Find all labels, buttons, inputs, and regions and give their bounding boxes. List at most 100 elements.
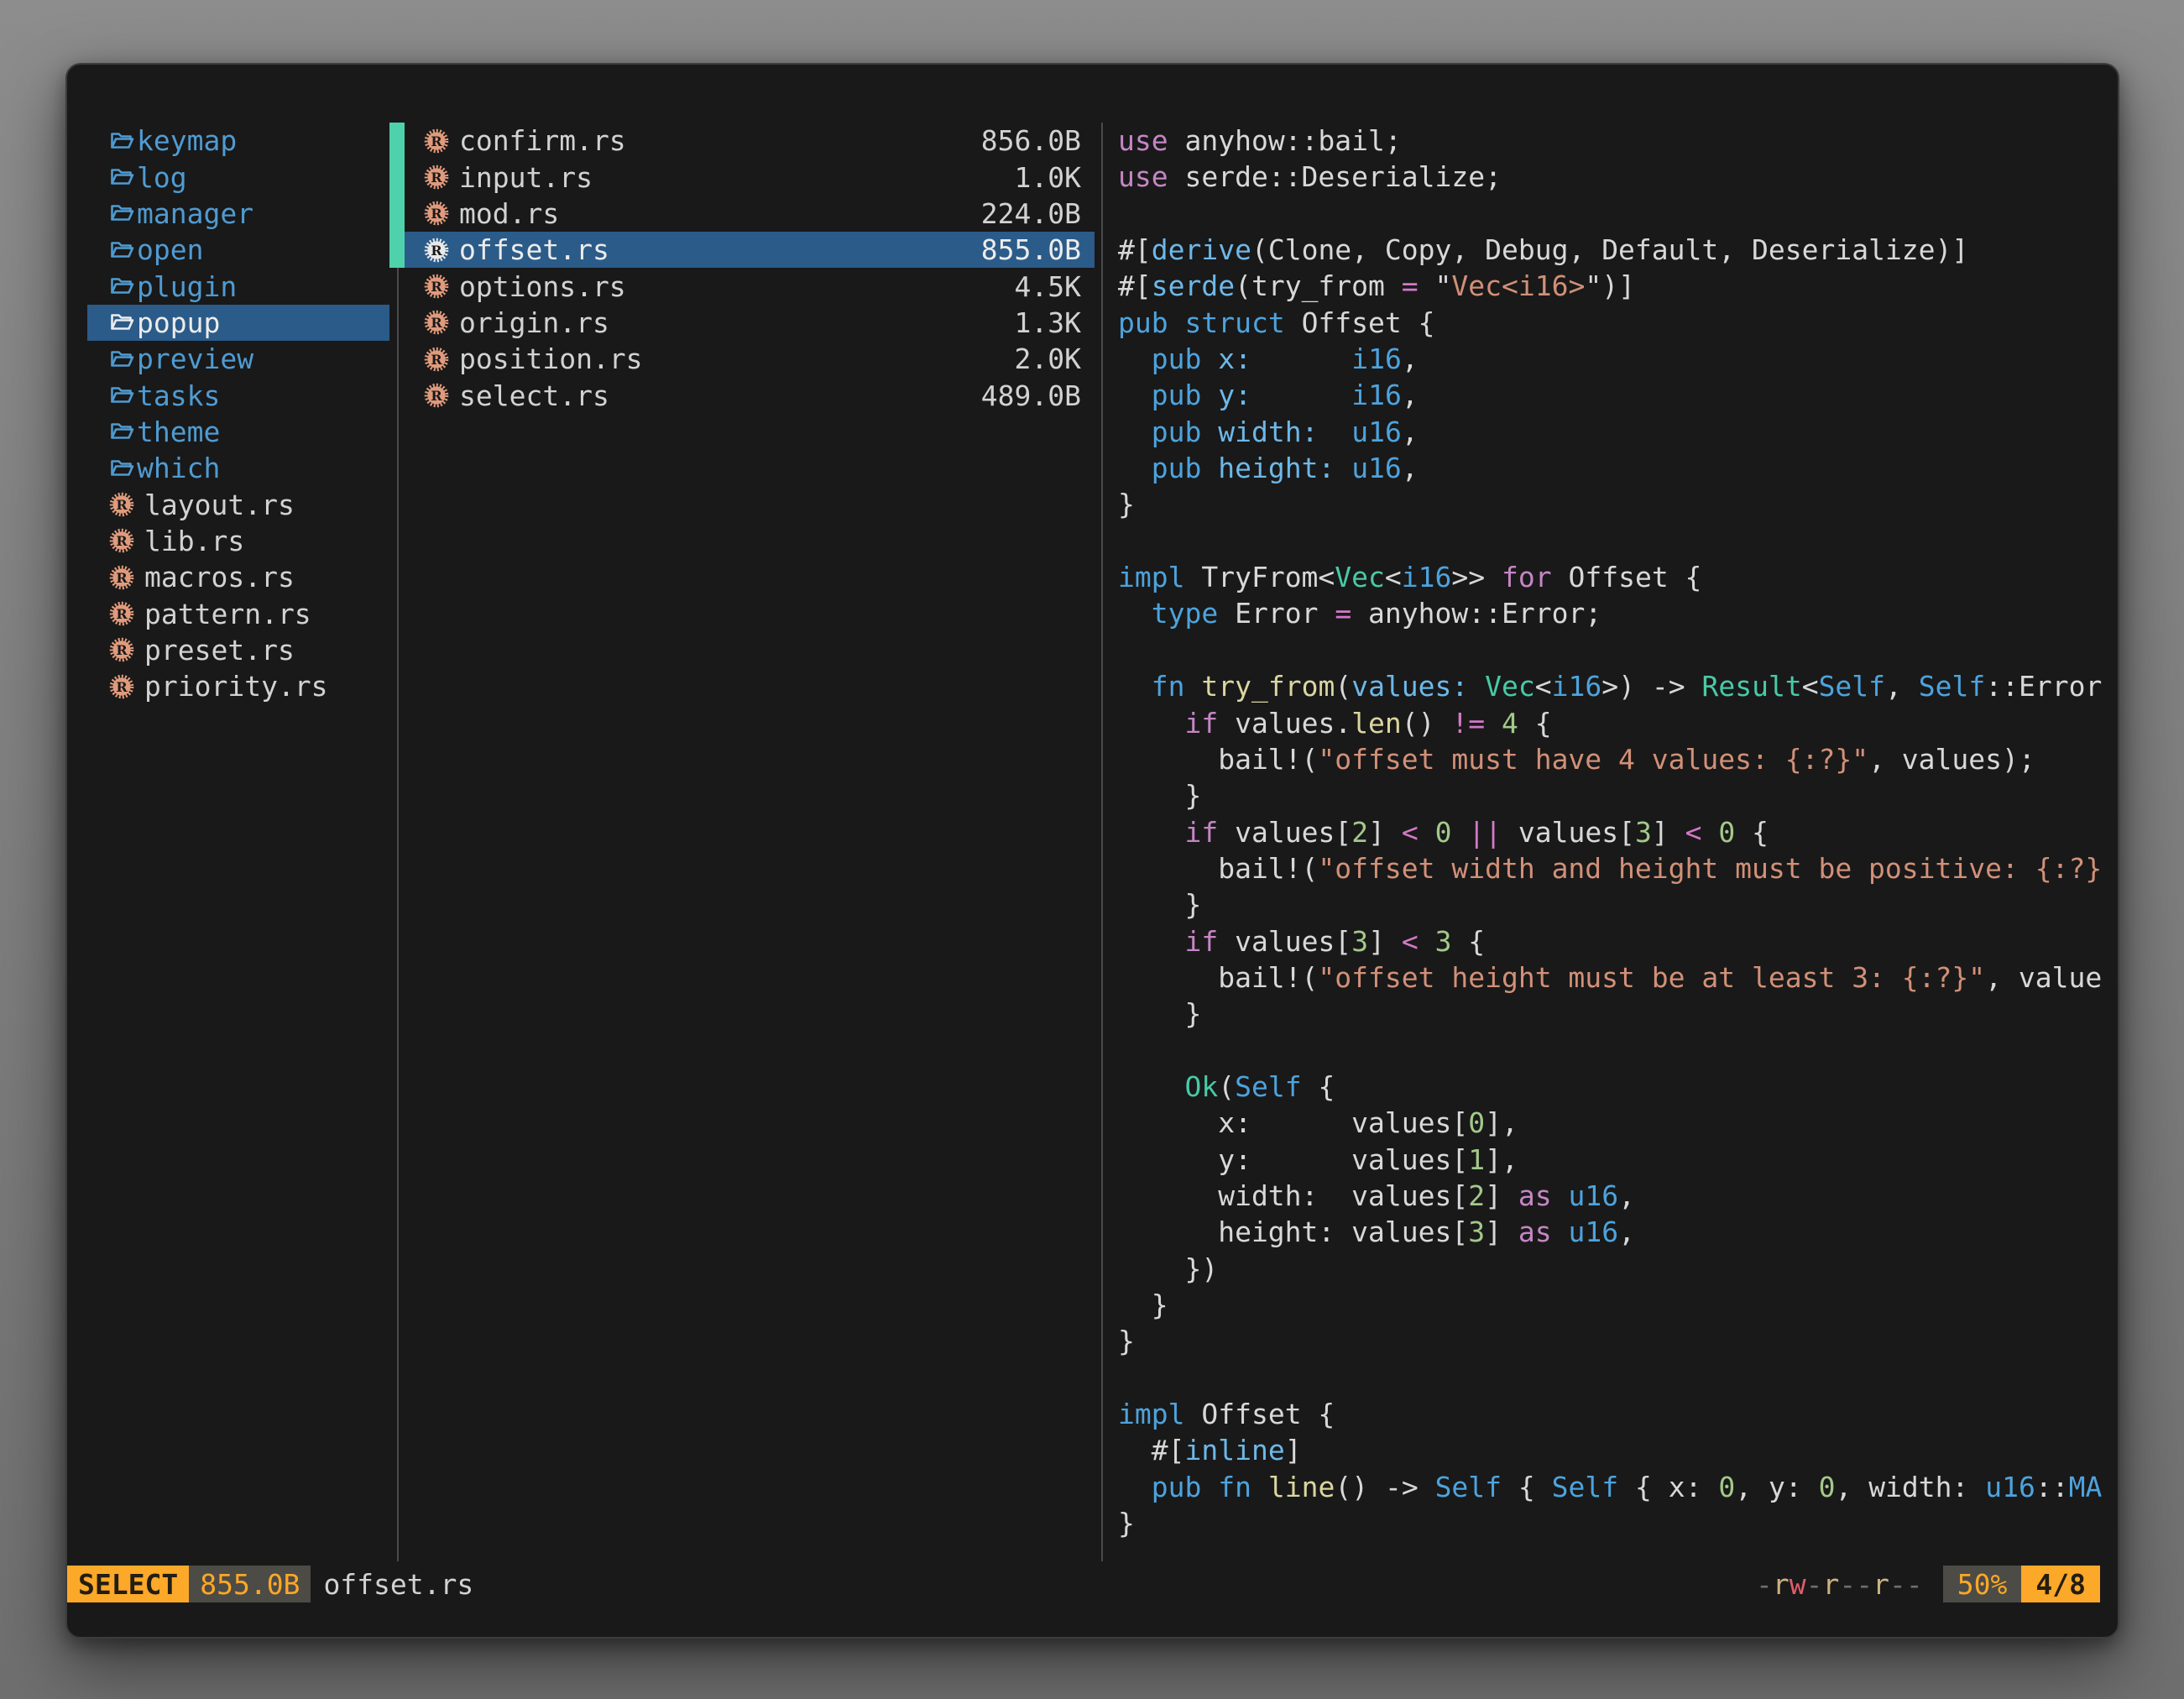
- code-token: [1201, 342, 1218, 375]
- dir-row-log[interactable]: log: [87, 159, 389, 195]
- code-token: [1118, 597, 1152, 630]
- code-token: y: values[: [1118, 1143, 1468, 1176]
- file-row-position-rs[interactable]: Rposition.rs2.0K: [389, 341, 1160, 377]
- file-row-confirm-rs[interactable]: Rconfirm.rs856.0B: [389, 123, 1160, 159]
- file-size: 2.0K: [1015, 342, 1160, 375]
- code-line: if values[2] < 0 || values[3] < 0 {: [1118, 814, 2116, 850]
- code-token: {: [1518, 707, 1552, 740]
- code-token: [1201, 1471, 1218, 1503]
- code-token: (Clone, Copy, Debug, Default, Deserializ…: [1251, 233, 1968, 266]
- code-token: {: [1302, 1070, 1335, 1103]
- code-token: 3: [1468, 1215, 1485, 1248]
- file-row-preset-rs[interactable]: Rpreset.rs: [87, 632, 389, 668]
- code-token: i16: [1351, 379, 1402, 411]
- code-token: }: [1118, 488, 1135, 520]
- dir-row-keymap[interactable]: keymap: [87, 123, 389, 159]
- code-line: }: [1118, 1287, 2116, 1323]
- code-token: [1201, 452, 1218, 484]
- code-token: }: [1118, 1507, 1135, 1540]
- code-token: Self: [1435, 1471, 1502, 1503]
- rust-file-icon: R: [424, 347, 449, 372]
- code-token: (try_from: [1235, 269, 1402, 302]
- code-token: u16: [1351, 416, 1402, 448]
- code-line: if values[3] < 3 {: [1118, 923, 2116, 959]
- code-token: [1118, 670, 1152, 703]
- rust-file-icon: R: [109, 565, 134, 590]
- permission-char: -: [1889, 1568, 1906, 1601]
- permission-char: r: [1823, 1568, 1840, 1601]
- code-line: }: [1118, 886, 2116, 923]
- code-token: serde::Deserialize;: [1168, 160, 1502, 193]
- code-token: <: [1385, 561, 1402, 593]
- file-row-input-rs[interactable]: Rinput.rs1.0K: [389, 159, 1160, 195]
- code-token: 0: [1819, 1471, 1836, 1503]
- folder-open-icon: [109, 201, 134, 226]
- file-row-priority-rs[interactable]: Rpriority.rs: [87, 668, 389, 704]
- code-token: ],: [1485, 1106, 1518, 1139]
- dir-row-manager[interactable]: manager: [87, 196, 389, 232]
- file-row-options-rs[interactable]: Roptions.rs4.5K: [389, 268, 1160, 304]
- selected-mark: [389, 196, 405, 232]
- code-token: as: [1518, 1215, 1552, 1248]
- code-token: ||: [1468, 816, 1502, 849]
- file-row-mod-rs[interactable]: Rmod.rs224.0B: [389, 196, 1160, 232]
- dir-row-which[interactable]: which: [87, 450, 389, 486]
- code-token: [1251, 1471, 1268, 1503]
- svg-text:R: R: [116, 533, 128, 549]
- folder-open-icon: [109, 238, 134, 263]
- dir-row-preview[interactable]: preview: [87, 341, 389, 377]
- file-row-select-rs[interactable]: Rselect.rs489.0B: [389, 377, 1160, 413]
- code-line: pub struct Offset {: [1118, 305, 2116, 341]
- file-name: mod.rs: [459, 197, 559, 230]
- dir-row-theme[interactable]: theme: [87, 414, 389, 450]
- code-token: for: [1502, 561, 1552, 593]
- code-line: if values.len() != 4 {: [1118, 705, 2116, 741]
- code-token: struct: [1184, 306, 1284, 339]
- code-token: }): [1118, 1252, 1218, 1285]
- svg-text:R: R: [116, 679, 128, 695]
- code-token: 2: [1351, 816, 1368, 849]
- file-row-lib-rs[interactable]: Rlib.rs: [87, 523, 389, 559]
- permission-char: -: [1806, 1568, 1823, 1601]
- svg-text:R: R: [431, 170, 442, 186]
- code-token: [1702, 816, 1719, 849]
- code-token: [1201, 416, 1218, 448]
- dir-row-plugin[interactable]: plugin: [87, 268, 389, 304]
- code-token: pub: [1152, 1471, 1202, 1503]
- file-row-pattern-rs[interactable]: Rpattern.rs: [87, 595, 389, 631]
- code-token: }: [1118, 997, 1201, 1030]
- code-token: }: [1118, 1289, 1168, 1321]
- code-token: >) ->: [1601, 670, 1701, 703]
- item-label: pattern.rs: [144, 598, 311, 630]
- code-token: anyhow::bail;: [1168, 124, 1402, 157]
- file-row-offset-rs[interactable]: Roffset.rs855.0B: [389, 232, 1160, 268]
- code-token: [1251, 379, 1351, 411]
- code-token: #[: [1118, 1434, 1184, 1466]
- code-line: }: [1118, 1505, 2116, 1541]
- file-row-macros-rs[interactable]: Rmacros.rs: [87, 559, 389, 595]
- file-row-layout-rs[interactable]: Rlayout.rs: [87, 486, 389, 522]
- code-token: , y:: [1735, 1471, 1818, 1503]
- code-token: ]: [1368, 816, 1402, 849]
- code-token: }: [1118, 888, 1201, 921]
- svg-text:R: R: [431, 352, 442, 368]
- code-token: 0: [1435, 816, 1452, 849]
- file-size: 856.0B: [981, 124, 1160, 157]
- code-token: ]: [1485, 1215, 1518, 1248]
- code-token: <: [1685, 816, 1702, 849]
- code-token: x:: [1218, 342, 1251, 375]
- code-line: bail!("offset height must be at least 3:…: [1118, 959, 2116, 996]
- dir-row-open[interactable]: open: [87, 232, 389, 268]
- code-token: u16: [1568, 1215, 1618, 1248]
- code-token: values[: [1218, 925, 1351, 958]
- rust-file-icon: R: [109, 637, 134, 662]
- dir-row-popup[interactable]: popup: [87, 305, 389, 341]
- code-token: , value: [1985, 961, 2102, 994]
- file-name: offset.rs: [459, 233, 609, 266]
- file-row-origin-rs[interactable]: Rorigin.rs1.3K: [389, 305, 1160, 341]
- dir-row-tasks[interactable]: tasks: [87, 377, 389, 413]
- code-token: x: values[: [1118, 1106, 1468, 1139]
- code-token: values[: [1502, 816, 1635, 849]
- code-token: Offset {: [1184, 1398, 1335, 1430]
- rust-file-icon: R: [109, 601, 134, 626]
